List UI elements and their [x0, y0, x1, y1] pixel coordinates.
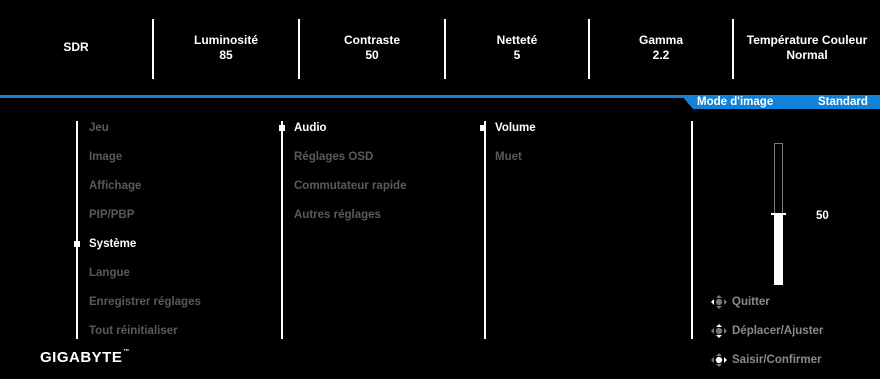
submenu-item-autres-reglages[interactable]: Autres réglages	[294, 208, 381, 222]
stat-sdr: SDR	[0, 0, 152, 95]
stat-label: Netteté	[496, 32, 538, 47]
menu-item-systeme[interactable]: Système	[89, 237, 136, 251]
stat-sdr-label: SDR	[63, 40, 89, 54]
submenu-item-volume[interactable]: Volume	[495, 121, 536, 135]
volume-slider-knob[interactable]	[771, 213, 786, 215]
stat-label: Luminosité	[193, 32, 258, 47]
selection-marker	[480, 125, 486, 131]
logo-text: GIGABYTE	[40, 349, 123, 366]
stat-value: 50	[365, 47, 379, 62]
menu-item-jeu[interactable]: Jeu	[89, 121, 109, 135]
menu-item-pip-pbp[interactable]: PIP/PBP	[89, 208, 134, 222]
stat-gamma: Gamma 2.2	[590, 0, 732, 95]
menu-item-image[interactable]: Image	[89, 150, 122, 164]
column-divider	[281, 121, 283, 339]
joystick-updown-icon	[711, 324, 727, 338]
stat-value: 2.2	[652, 47, 670, 62]
selection-marker	[279, 125, 285, 131]
gigabyte-logo: GIGABYTE™	[40, 349, 130, 366]
submenu-item-reglages-osd[interactable]: Réglages OSD	[294, 150, 373, 164]
hint-label: Déplacer/Ajuster	[732, 325, 824, 337]
stat-label: Gamma	[638, 32, 684, 47]
stat-label: Contraste	[343, 32, 400, 47]
stat-nettete: Netteté 5	[446, 0, 588, 95]
mode-tab-label: Mode d'image	[697, 96, 774, 108]
stat-luminosite: Luminosité 85	[154, 0, 298, 95]
column-divider	[76, 121, 78, 339]
hint-quitter: Quitter	[710, 294, 770, 310]
stat-temperature-couleur: Température Couleur Normal	[734, 0, 880, 95]
joystick-press-icon	[711, 353, 727, 367]
logo-tm: ™	[123, 349, 130, 355]
hint-saisir-confirmer: Saisir/Confirmer	[710, 352, 821, 368]
hint-label: Quitter	[732, 296, 770, 308]
menu-item-langue[interactable]: Langue	[89, 266, 130, 280]
hint-deplacer-ajuster: Déplacer/Ajuster	[710, 323, 823, 339]
stat-contraste: Contraste 50	[300, 0, 444, 95]
volume-value: 50	[816, 210, 829, 222]
column-divider	[484, 121, 486, 339]
submenu-item-audio[interactable]: Audio	[294, 121, 327, 135]
stat-value: Normal	[786, 47, 828, 62]
stat-label: Température Couleur	[746, 32, 868, 47]
stat-value: 5	[513, 47, 521, 62]
column-divider	[691, 121, 693, 339]
hint-label: Saisir/Confirmer	[732, 354, 822, 366]
menu-item-tout-reinitialiser[interactable]: Tout réinitialiser	[89, 324, 178, 338]
volume-slider-fill	[774, 214, 783, 285]
menu-item-affichage[interactable]: Affichage	[89, 179, 141, 193]
submenu-item-commutateur-rapide[interactable]: Commutateur rapide	[294, 179, 406, 193]
top-status-bar: SDR Luminosité 85 Contraste 50 Netteté 5…	[0, 0, 880, 95]
menu-item-enregistrer-reglages[interactable]: Enregistrer réglages	[89, 295, 201, 309]
mode-tab-value: Standard	[818, 96, 868, 108]
joystick-left-icon	[711, 295, 727, 309]
submenu-item-muet[interactable]: Muet	[495, 150, 522, 164]
selection-marker	[74, 241, 80, 247]
stat-value: 85	[219, 47, 233, 62]
